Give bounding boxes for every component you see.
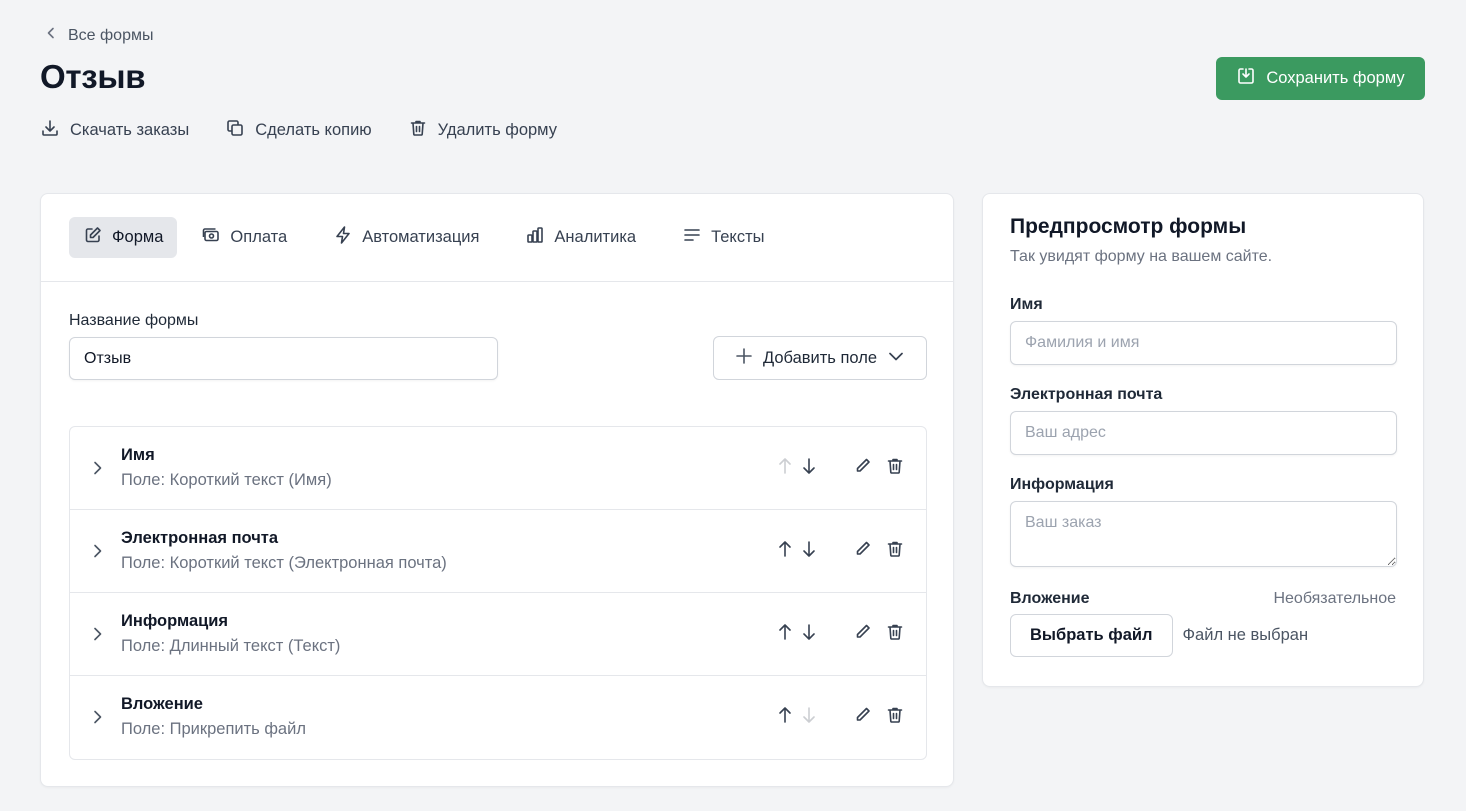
breadcrumb[interactable]: Все формы bbox=[44, 26, 153, 45]
arrow-up-icon[interactable] bbox=[776, 622, 794, 647]
form-preview-card: Предпросмотр формы Так увидят форму на в… bbox=[982, 193, 1424, 687]
field-controls bbox=[776, 456, 904, 481]
chevron-right-icon[interactable] bbox=[90, 708, 106, 726]
form-actions: Скачать заказы Сделать копию Удалить фор… bbox=[40, 118, 557, 143]
field-subtitle: Поле: Прикрепить файл bbox=[121, 720, 306, 738]
copy-form-button[interactable]: Сделать копию bbox=[225, 118, 372, 143]
tab-payment[interactable]: Оплата bbox=[187, 217, 301, 258]
field-title: Имя bbox=[121, 446, 155, 464]
page-title: Отзыв bbox=[40, 58, 146, 95]
preview-info-label: Информация bbox=[1010, 476, 1114, 493]
field-controls bbox=[776, 622, 904, 647]
trash-icon[interactable] bbox=[886, 539, 904, 564]
trash-icon[interactable] bbox=[886, 456, 904, 481]
file-status: Файл не выбран bbox=[1182, 626, 1309, 644]
pencil-icon[interactable] bbox=[854, 539, 872, 564]
text-lines-icon bbox=[682, 225, 702, 250]
form-editor-card: Форма Оплата Автоматизация Аналитика Тек… bbox=[40, 193, 954, 787]
chart-icon bbox=[525, 225, 545, 250]
payment-icon bbox=[201, 225, 221, 250]
preview-attach-label: Вложение bbox=[1010, 590, 1090, 607]
field-info: Электронная почта Поле: Короткий текст (… bbox=[121, 529, 447, 573]
arrow-down-icon[interactable] bbox=[800, 705, 818, 730]
tab-analytics[interactable]: Аналитика bbox=[511, 217, 650, 258]
trash-icon[interactable] bbox=[886, 705, 904, 730]
arrow-up-icon[interactable] bbox=[776, 456, 794, 481]
tab-texts-label: Тексты bbox=[711, 228, 765, 246]
chevron-down-icon bbox=[887, 347, 905, 370]
preview-title: Предпросмотр формы bbox=[1010, 215, 1247, 238]
preview-subtitle: Так увидят форму на вашем сайте. bbox=[1010, 248, 1273, 265]
save-icon bbox=[1236, 66, 1256, 91]
field-row: Имя Поле: Короткий текст (Имя) bbox=[70, 427, 926, 510]
copy-icon bbox=[225, 118, 245, 143]
trash-icon bbox=[408, 118, 428, 143]
chevron-right-icon[interactable] bbox=[90, 459, 106, 477]
preview-info-textarea[interactable] bbox=[1010, 501, 1397, 567]
arrow-up-icon[interactable] bbox=[776, 705, 794, 730]
field-info: Информация Поле: Длинный текст (Текст) bbox=[121, 612, 340, 656]
preview-email-input[interactable] bbox=[1010, 411, 1397, 455]
optional-hint: Необязательное bbox=[1273, 590, 1396, 607]
field-info: Вложение Поле: Прикрепить файл bbox=[121, 695, 306, 739]
field-controls bbox=[776, 539, 904, 564]
download-orders-label: Скачать заказы bbox=[70, 121, 190, 139]
preview-email-label: Электронная почта bbox=[1010, 386, 1163, 403]
field-row: Вложение Поле: Прикрепить файл bbox=[70, 676, 926, 759]
tab-texts[interactable]: Тексты bbox=[668, 217, 778, 258]
add-field-button[interactable]: Добавить поле bbox=[713, 336, 927, 380]
save-form-label: Сохранить форму bbox=[1266, 69, 1405, 87]
field-row: Информация Поле: Длинный текст (Текст) bbox=[70, 593, 926, 676]
delete-form-button[interactable]: Удалить форму bbox=[408, 118, 557, 143]
plus-icon bbox=[735, 347, 753, 370]
file-picker: Выбрать файл Файл не выбран bbox=[1010, 614, 1396, 657]
tab-automation-label: Автоматизация bbox=[362, 228, 480, 246]
tab-analytics-label: Аналитика bbox=[554, 228, 637, 246]
delete-form-label: Удалить форму bbox=[437, 121, 557, 139]
chevron-left-icon bbox=[44, 26, 58, 45]
arrow-down-icon[interactable] bbox=[800, 539, 818, 564]
form-name-input[interactable] bbox=[69, 337, 498, 380]
field-controls bbox=[776, 705, 904, 730]
preview-name-label: Имя bbox=[1010, 296, 1043, 313]
arrow-up-icon[interactable] bbox=[776, 539, 794, 564]
tab-form[interactable]: Форма bbox=[69, 217, 178, 258]
copy-form-label: Сделать копию bbox=[255, 121, 372, 139]
field-info: Имя Поле: Короткий текст (Имя) bbox=[121, 446, 332, 490]
tab-automation[interactable]: Автоматизация bbox=[319, 217, 493, 258]
pencil-icon[interactable] bbox=[854, 622, 872, 647]
preview-name-input[interactable] bbox=[1010, 321, 1397, 365]
chevron-right-icon[interactable] bbox=[90, 625, 106, 643]
download-orders-button[interactable]: Скачать заказы bbox=[40, 118, 189, 143]
arrow-down-icon[interactable] bbox=[800, 622, 818, 647]
field-title: Информация bbox=[121, 612, 229, 630]
field-list: Имя Поле: Короткий текст (Имя) Электронн… bbox=[69, 426, 927, 760]
pencil-icon[interactable] bbox=[854, 705, 872, 730]
pencil-icon[interactable] bbox=[854, 456, 872, 481]
field-subtitle: Поле: Короткий текст (Имя) bbox=[121, 471, 332, 489]
tab-payment-label: Оплата bbox=[230, 228, 288, 246]
field-title: Вложение bbox=[121, 695, 203, 713]
lightning-icon bbox=[333, 225, 353, 250]
page: Все формы Отзыв Скачать заказы Сделать к… bbox=[0, 0, 1466, 811]
field-row: Электронная почта Поле: Короткий текст (… bbox=[70, 510, 926, 593]
field-subtitle: Поле: Длинный текст (Текст) bbox=[121, 637, 341, 655]
trash-icon[interactable] bbox=[886, 622, 904, 647]
field-subtitle: Поле: Короткий текст (Электронная почта) bbox=[121, 554, 447, 572]
breadcrumb-label: Все формы bbox=[68, 26, 154, 44]
preview-attach-header: Вложение Необязательное bbox=[1010, 590, 1396, 608]
download-icon bbox=[40, 118, 60, 143]
tab-form-label: Форма bbox=[112, 228, 164, 246]
arrow-down-icon[interactable] bbox=[800, 456, 818, 481]
add-field-label: Добавить поле bbox=[762, 348, 878, 367]
edit-icon bbox=[83, 225, 103, 250]
save-form-button[interactable]: Сохранить форму bbox=[1216, 57, 1425, 100]
chevron-right-icon[interactable] bbox=[90, 542, 106, 560]
form-name-label: Название формы bbox=[69, 312, 199, 329]
field-title: Электронная почта bbox=[121, 529, 279, 547]
tab-bar: Форма Оплата Автоматизация Аналитика Тек… bbox=[41, 194, 953, 282]
choose-file-button[interactable]: Выбрать файл bbox=[1010, 614, 1173, 657]
